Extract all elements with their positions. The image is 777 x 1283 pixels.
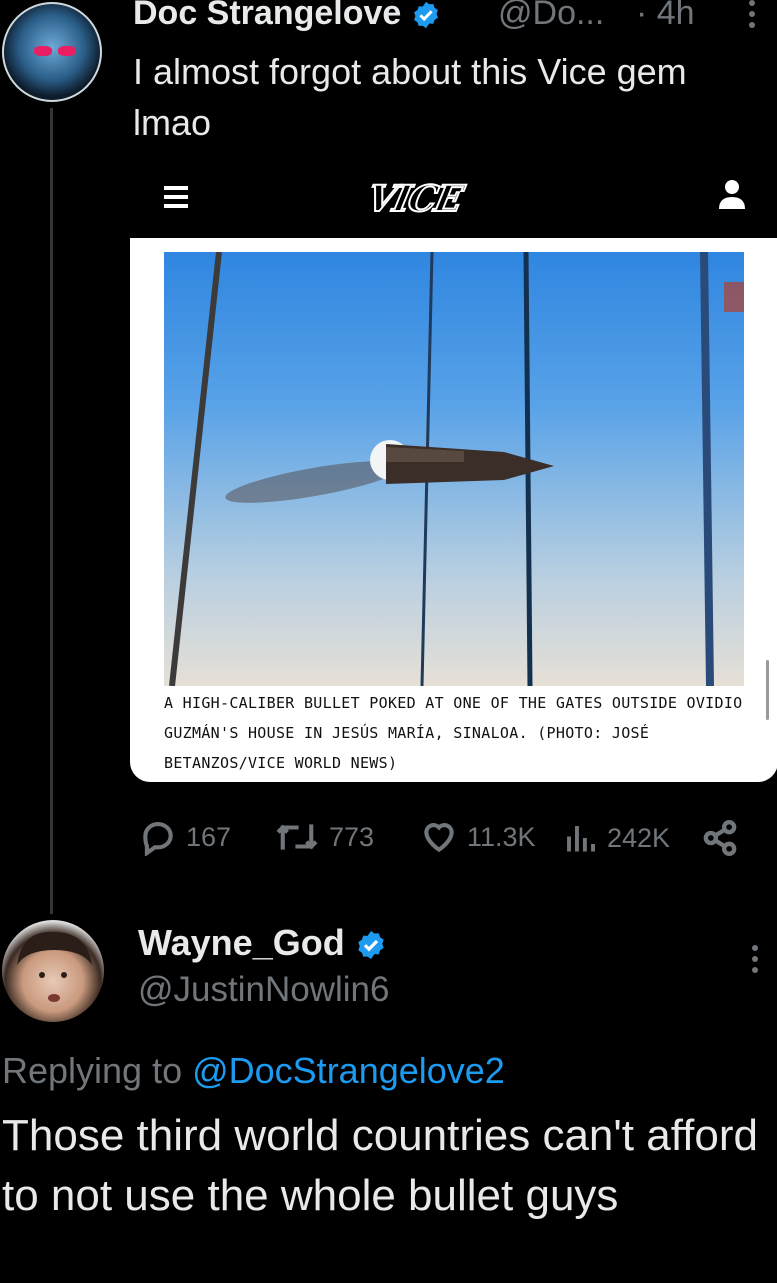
thread-line xyxy=(50,108,53,914)
bullet-photo-graphic xyxy=(169,252,744,686)
reply-author-name-text: Wayne_God xyxy=(138,922,345,963)
reply-icon xyxy=(143,821,173,856)
vice-logo: VICE xyxy=(363,177,467,221)
replying-to-mention[interactable]: @DocStrangelove2 xyxy=(192,1050,505,1091)
like-count: 11.3K xyxy=(467,821,536,852)
like-button[interactable]: 11.3K xyxy=(419,818,536,856)
share-icon xyxy=(703,820,737,856)
avatar-eye xyxy=(34,46,52,56)
tweet-text: I almost forgot about this Vice gem lmao xyxy=(133,51,687,143)
user-icon xyxy=(719,180,745,209)
reply-button[interactable]: 167 xyxy=(138,818,231,856)
avatar-face xyxy=(17,931,92,1002)
author-handle[interactable]: @Do... xyxy=(498,0,604,33)
replying-to-label: Replying to xyxy=(2,1050,193,1091)
like-icon xyxy=(424,823,454,853)
hamburger-menu-icon xyxy=(164,186,188,208)
reply-author-handle[interactable]: @JustinNowlin6 xyxy=(138,970,389,1010)
reply-count: 167 xyxy=(186,821,232,852)
reply-author-name[interactable]: Wayne_God xyxy=(138,922,387,964)
more-options-icon[interactable] xyxy=(749,945,761,979)
retweet-icon xyxy=(276,824,318,850)
reply-text: Those third world countries can't afford… xyxy=(2,1111,758,1220)
share-button[interactable] xyxy=(700,818,740,858)
avatar[interactable] xyxy=(2,920,104,1022)
author-name[interactable]: Doc Strangelove xyxy=(133,0,441,33)
bullet-photo[interactable] xyxy=(164,252,744,686)
author-name-text: Doc Strangelove xyxy=(133,0,402,32)
tweet-timestamp[interactable]: · 4h xyxy=(636,0,695,33)
view-count: 242K xyxy=(607,822,671,853)
photo-caption: A HIGH-CALIBER BULLET POKED AT ONE OF TH… xyxy=(164,694,743,772)
replying-to-line: Replying to @DocStrangelove2 xyxy=(2,1050,505,1092)
more-options-icon[interactable] xyxy=(744,0,760,34)
retweet-count: 773 xyxy=(329,821,375,852)
avatar[interactable] xyxy=(2,2,102,102)
verified-badge-icon xyxy=(358,931,384,960)
views-button[interactable]: 242K xyxy=(563,818,670,858)
verified-badge-icon xyxy=(413,1,438,29)
retweet-button[interactable]: 773 xyxy=(273,818,374,856)
views-icon xyxy=(567,826,595,852)
embed-scrollbar[interactable] xyxy=(766,660,769,720)
avatar-eye xyxy=(58,46,76,56)
